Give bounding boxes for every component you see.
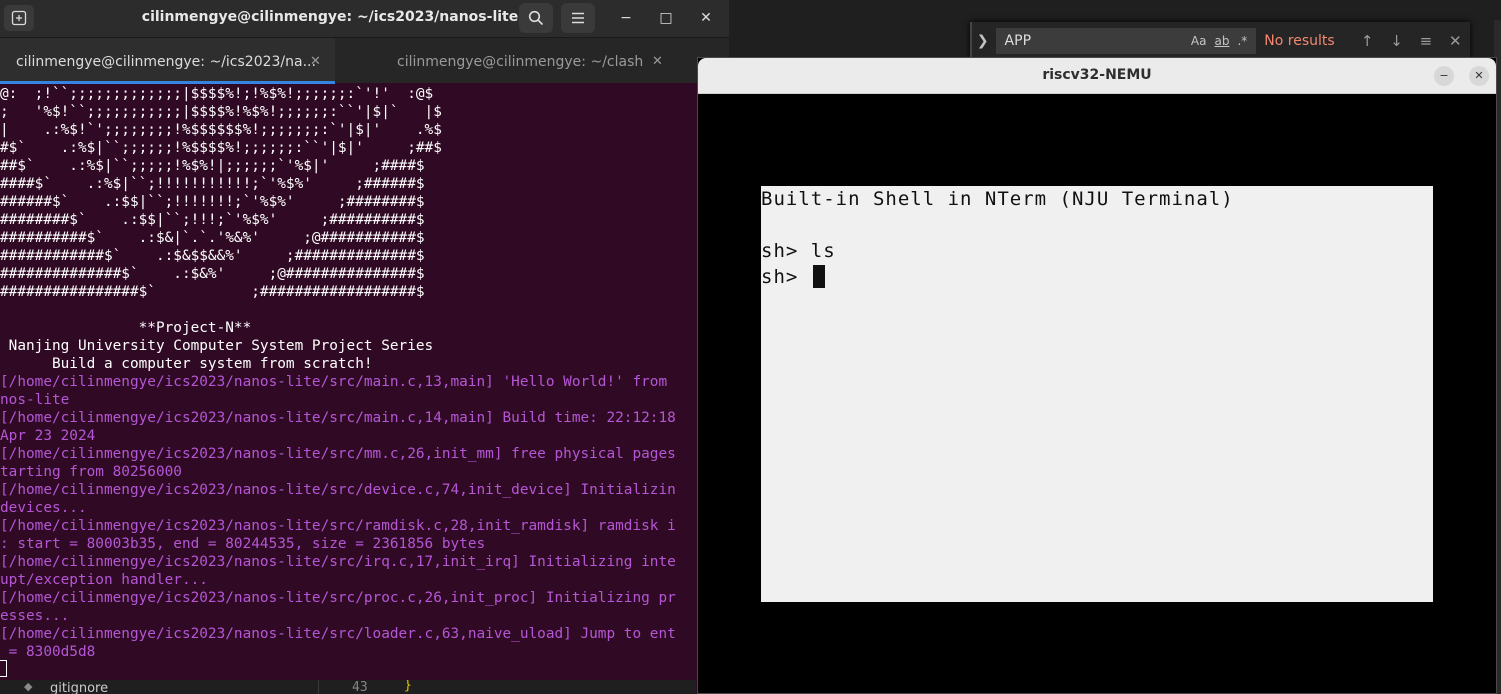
terminal-line: [/home/cilinmengye/ics2023/nanos-lite/sr… bbox=[0, 374, 668, 390]
tab-label: cilinmengye@cilinmengye: ~/clash bbox=[397, 54, 644, 70]
terminal-line: esses... bbox=[0, 608, 70, 624]
nemu-screen-line bbox=[761, 212, 1433, 238]
new-tab-button[interactable] bbox=[4, 5, 34, 31]
terminal-line: ######$` .:$$|``;!!!!!!!;`'%$%' ;#######… bbox=[0, 194, 425, 210]
divider bbox=[318, 680, 319, 694]
find-in-selection-icon[interactable]: ≡ bbox=[1411, 32, 1440, 50]
tab-nanos-lite[interactable]: cilinmengye@cilinmengye: ~/ics2023/na...… bbox=[0, 38, 335, 84]
terminal-line: ; '%$!``;;;;;;;;;;;|$$$$%!%$%!;;;;;;:``'… bbox=[0, 104, 442, 120]
terminal-line: [/home/cilinmengye/ics2023/nanos-lite/sr… bbox=[0, 410, 676, 426]
terminal-line: ################$` ;##################$ bbox=[0, 284, 425, 300]
terminal-line: ##$` .:%$|``;;;;;!%$%!|;;;;;;`'%$|' ;###… bbox=[0, 158, 425, 174]
nemu-titlebar: riscv32-NEMU − ✕ bbox=[698, 58, 1496, 94]
nemu-prompt: sh> bbox=[761, 266, 811, 288]
terminal-line: ####$` .:%$|``;!!!!!!!!!!!;`'%$%' ;#####… bbox=[0, 176, 425, 192]
terminal-line: [/home/cilinmengye/ics2023/nanos-lite/sr… bbox=[0, 446, 676, 462]
terminal-line: [/home/cilinmengye/ics2023/nanos-lite/sr… bbox=[0, 482, 676, 498]
chevron-right-icon[interactable]: ❯ bbox=[972, 33, 994, 49]
terminal-line: #$` .:%$|``;;;;;;!%$$$$%!;;;;;;:``'|$|' … bbox=[0, 140, 442, 156]
terminal-line: [/home/cilinmengye/ics2023/nanos-lite/sr… bbox=[0, 626, 676, 642]
code-text: } bbox=[404, 680, 412, 693]
terminal-line: tarting from 80256000 bbox=[0, 464, 182, 480]
nemu-cursor bbox=[812, 265, 825, 288]
terminal-titlebar: cilinmengye@cilinmengye: ~/ics2023/nanos… bbox=[0, 0, 729, 37]
nemu-display[interactable]: Built-in Shell in NTerm (NJU Terminal) s… bbox=[761, 186, 1433, 602]
terminal-line: Apr 23 2024 bbox=[0, 428, 96, 444]
minimize-icon[interactable]: − bbox=[1434, 66, 1454, 86]
terminal-line: : start = 80003b35, end = 80244535, size… bbox=[0, 536, 486, 552]
close-icon[interactable]: ✕ bbox=[694, 7, 718, 31]
find-query: APP bbox=[1004, 33, 1032, 49]
minimize-icon[interactable]: − bbox=[614, 7, 638, 31]
window-title: cilinmengye@cilinmengye: ~/ics2023/nanos… bbox=[141, 9, 519, 25]
tab-label: cilinmengye@cilinmengye: ~/ics2023/na... bbox=[16, 54, 316, 70]
arrow-down-icon[interactable]: ↓ bbox=[1382, 32, 1411, 50]
terminal-line: upt/exception handler... bbox=[0, 572, 208, 588]
terminal-line: [/home/cilinmengye/ics2023/nanos-lite/sr… bbox=[0, 518, 676, 534]
terminal-line: **Project-N** bbox=[0, 320, 252, 336]
terminal-line: ############$` .:$&$$&&%' ;#############… bbox=[0, 248, 425, 264]
terminal-line: devices... bbox=[0, 500, 87, 516]
match-case-icon[interactable]: Aa bbox=[1191, 34, 1207, 48]
maximize-icon[interactable]: □ bbox=[654, 7, 678, 31]
window-title: riscv32-NEMU bbox=[1042, 67, 1152, 83]
tab-clash[interactable]: cilinmengye@cilinmengye: ~/clash ✕ bbox=[382, 38, 717, 84]
menu-button[interactable] bbox=[561, 3, 595, 33]
terminal-line: ########$` .:$$|``;!!!;`'%$%' ;#########… bbox=[0, 212, 425, 228]
terminal-line: ##############$` .:$&%' ;@##############… bbox=[0, 266, 425, 282]
find-widget: ❯ APP Aa ab .* No results ↑ ↓ ≡ ✕ bbox=[970, 22, 1470, 60]
terminal-cursor bbox=[0, 660, 7, 677]
find-input[interactable]: APP Aa ab .* bbox=[995, 28, 1257, 54]
terminal-line: Nanjing University Computer System Proje… bbox=[0, 338, 434, 354]
nemu-prompt-line: sh> bbox=[761, 264, 1433, 290]
terminal-line: @: ;!``;;;;;;;;;;;;;|$$$$%!;!%$%!;;;;;;:… bbox=[0, 86, 434, 102]
terminal-window: cilinmengye@cilinmengye: ~/ics2023/nanos… bbox=[0, 0, 729, 694]
close-icon[interactable]: ✕ bbox=[1469, 66, 1489, 86]
nemu-window: riscv32-NEMU − ✕ Built-in Shell in NTerm… bbox=[697, 57, 1497, 694]
new-tab-icon bbox=[11, 10, 27, 26]
terminal-output[interactable]: @: ;!``;;;;;;;;;;;;;|$$$$%!;!%$%!;;;;;;:… bbox=[0, 83, 729, 680]
terminal-line: [/home/cilinmengye/ics2023/nanos-lite/sr… bbox=[0, 590, 676, 606]
close-icon[interactable]: ✕ bbox=[310, 38, 321, 81]
hamburger-menu-icon bbox=[572, 12, 584, 24]
arrow-up-icon[interactable]: ↑ bbox=[1352, 32, 1381, 50]
terminal-line: = 8300d5d8 bbox=[0, 644, 96, 660]
git-file-icon: ◆ bbox=[24, 680, 33, 693]
close-icon[interactable]: ✕ bbox=[652, 38, 663, 84]
nemu-screen-line: sh> ls bbox=[761, 240, 836, 262]
terminal-line: [/home/cilinmengye/ics2023/nanos-lite/sr… bbox=[0, 554, 676, 570]
search-button[interactable] bbox=[519, 3, 553, 33]
close-icon[interactable]: ✕ bbox=[1441, 32, 1470, 50]
explorer-file-name[interactable]: gitignore bbox=[50, 681, 108, 694]
nemu-screen-line: Built-in Shell in NTerm (NJU Terminal) bbox=[761, 188, 1234, 210]
terminal-line: Build a computer system from scratch! bbox=[0, 356, 373, 372]
whole-word-icon[interactable]: ab bbox=[1214, 34, 1229, 48]
find-status: No results bbox=[1264, 33, 1335, 49]
terminal-line: ##########$` .:$&|`.`.'%&%' ;@##########… bbox=[0, 230, 425, 246]
regex-icon[interactable]: .* bbox=[1237, 34, 1247, 48]
explorer-strip: ◆ gitignore 43 } bbox=[0, 680, 696, 694]
terminal-line: | .:%$!`';;;;;;;;!%$$$$$$%!;;;;;;;:`'|$|… bbox=[0, 122, 442, 138]
terminal-line: nos-lite bbox=[0, 392, 70, 408]
search-icon bbox=[528, 10, 544, 26]
terminal-tab-bar: cilinmengye@cilinmengye: ~/ics2023/na...… bbox=[0, 37, 729, 84]
line-number: 43 bbox=[352, 680, 368, 694]
